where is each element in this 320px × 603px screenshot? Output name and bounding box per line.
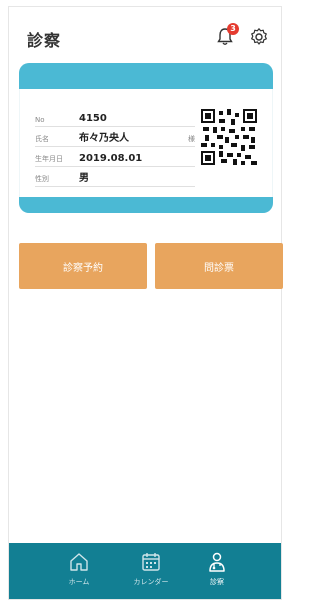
tab-consultation[interactable]: 診察 — [187, 551, 247, 587]
notification-badge: 3 — [227, 23, 239, 35]
patient-info: No 4150 氏名 布々乃央人 様 生年月日 2019.08.01 性別 男 — [35, 107, 195, 187]
info-row-gender: 性別 男 — [35, 167, 195, 187]
info-label: 性別 — [35, 175, 49, 183]
doctor-icon — [209, 552, 225, 572]
appointment-button[interactable]: 診察予約 — [19, 243, 147, 289]
tab-label: カレンダー — [133, 578, 169, 586]
header: 診察 3 — [9, 7, 281, 55]
info-value: 2019.08.01 — [79, 153, 143, 164]
questionnaire-button[interactable]: 問診票 — [155, 243, 283, 289]
patient-card: No 4150 氏名 布々乃央人 様 生年月日 2019.08.01 性別 男 — [19, 63, 273, 213]
card-header-band — [19, 63, 273, 89]
info-row-name: 氏名 布々乃央人 様 — [35, 127, 195, 147]
app-screen: 診察 3 No 4150 氏名 布々乃央人 様 生年月日 2019.08.01 … — [8, 6, 283, 600]
info-label: No — [35, 116, 45, 124]
qr-code — [201, 109, 257, 165]
info-label: 生年月日 — [35, 155, 63, 163]
tab-label: 診察 — [210, 578, 224, 586]
bottom-tab-bar: ホーム カレンダー 診察 — [9, 543, 281, 599]
tab-calendar[interactable]: カレンダー — [121, 551, 181, 587]
info-label: 氏名 — [35, 135, 49, 143]
info-value: 男 — [79, 173, 89, 184]
calendar-icon — [142, 553, 160, 571]
info-value: 4150 — [79, 113, 107, 124]
info-row-birthdate: 生年月日 2019.08.01 — [35, 147, 195, 167]
card-footer-band — [19, 197, 273, 213]
info-row-number: No 4150 — [35, 107, 195, 127]
page-title: 診察 — [27, 31, 62, 50]
gear-icon[interactable] — [249, 27, 269, 47]
info-suffix: 様 — [188, 135, 195, 143]
home-icon — [70, 553, 88, 571]
info-value: 布々乃央人 — [79, 133, 129, 144]
tab-label: ホーム — [68, 578, 90, 586]
tab-home[interactable]: ホーム — [49, 551, 109, 587]
